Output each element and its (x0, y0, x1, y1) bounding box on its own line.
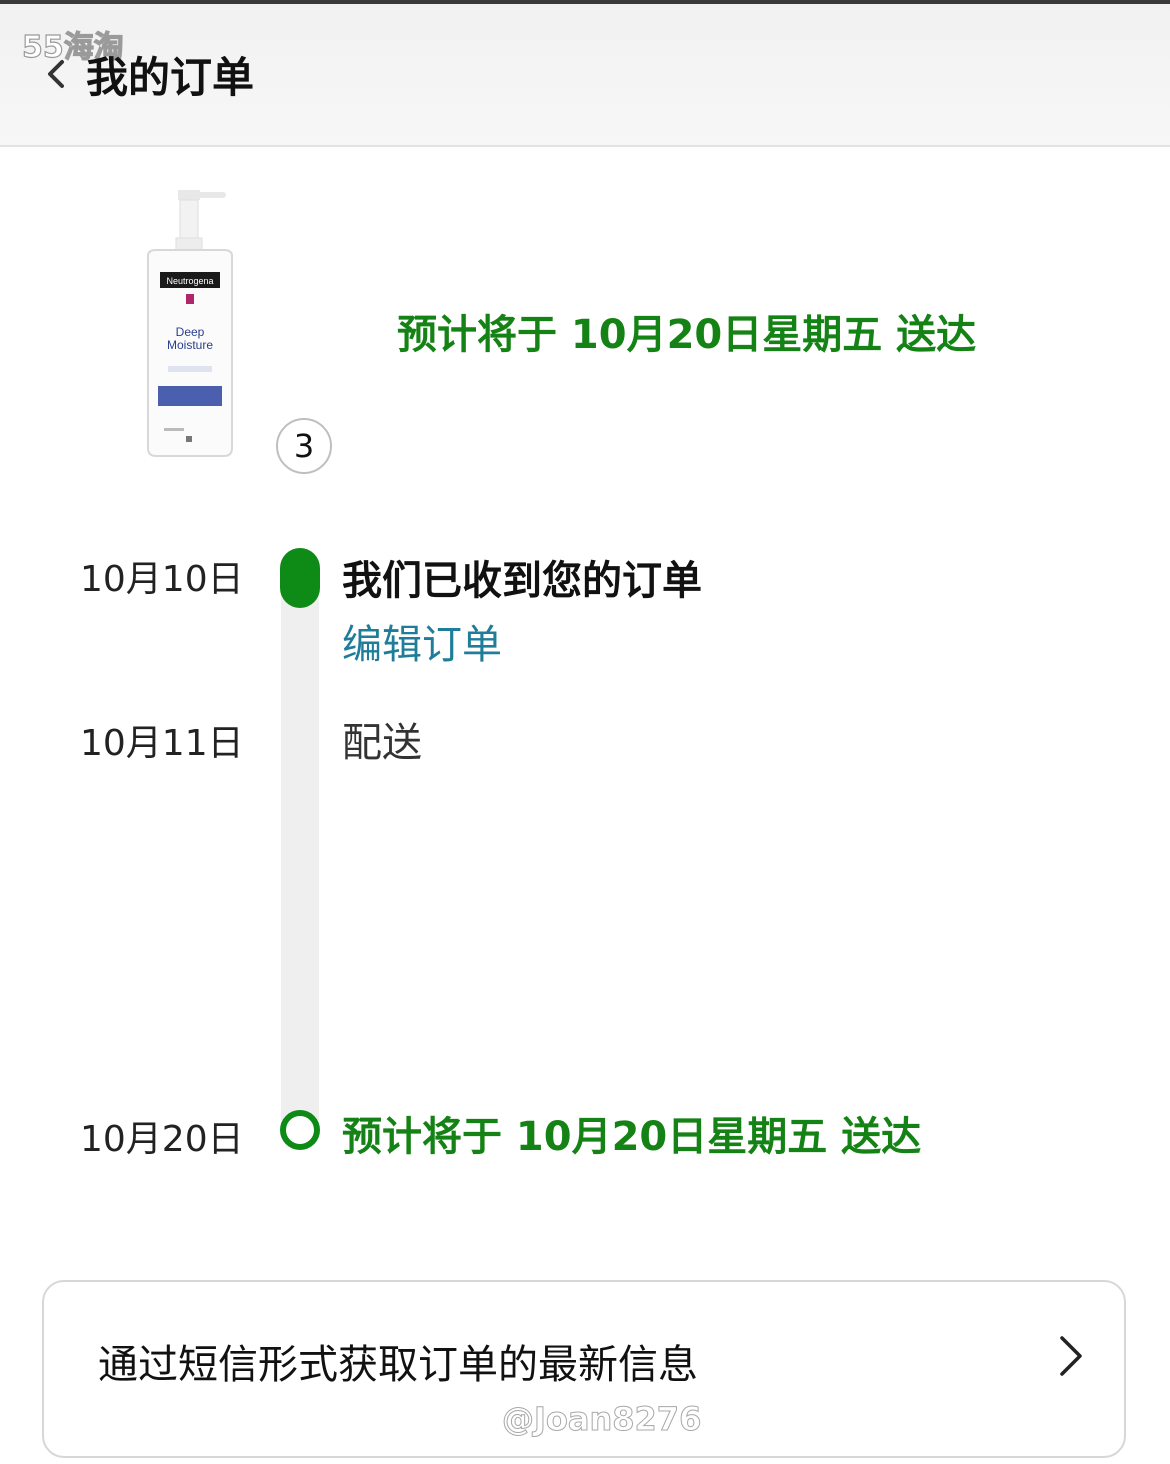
product-brand: Neutrogena (166, 276, 213, 286)
timeline-date: 10月10日 (80, 559, 244, 600)
timeline-dot-completed (280, 548, 320, 608)
product-image[interactable]: Neutrogena Deep Moisture (140, 186, 240, 461)
chevron-right-icon (1060, 1336, 1082, 1376)
timeline-track (281, 560, 319, 1120)
product-name-line1: Deep (176, 325, 205, 339)
timeline-step-title: 预计将于 10月20日星期五 送达 (342, 1114, 922, 1160)
chevron-left-icon (48, 60, 64, 88)
status-strip (0, 0, 1170, 4)
sms-updates-label: 通过短信形式获取订单的最新信息 (98, 1342, 698, 1388)
back-button[interactable] (36, 52, 76, 96)
product-name-line2: Moisture (167, 338, 213, 352)
quantity-badge: 3 (276, 418, 332, 474)
timeline-date: 10月11日 (80, 723, 244, 764)
edit-order-link[interactable]: 编辑订单 (342, 612, 502, 670)
header-bar: 55海淘 我的订单 (0, 0, 1170, 147)
timeline-step-title: 我们已收到您的订单 (342, 558, 702, 604)
credit-watermark: @Joan8276 (501, 1400, 702, 1439)
timeline-date: 10月20日 (80, 1119, 244, 1160)
sms-updates-button[interactable]: 通过短信形式获取订单的最新信息 @Joan8276 (42, 1280, 1126, 1458)
timeline-step-title: 配送 (342, 720, 422, 766)
page-title: 我的订单 (86, 53, 255, 102)
delivery-estimate: 预计将于 10月20日星期五 送达 (397, 312, 977, 358)
timeline-dot-expected (280, 1110, 320, 1150)
